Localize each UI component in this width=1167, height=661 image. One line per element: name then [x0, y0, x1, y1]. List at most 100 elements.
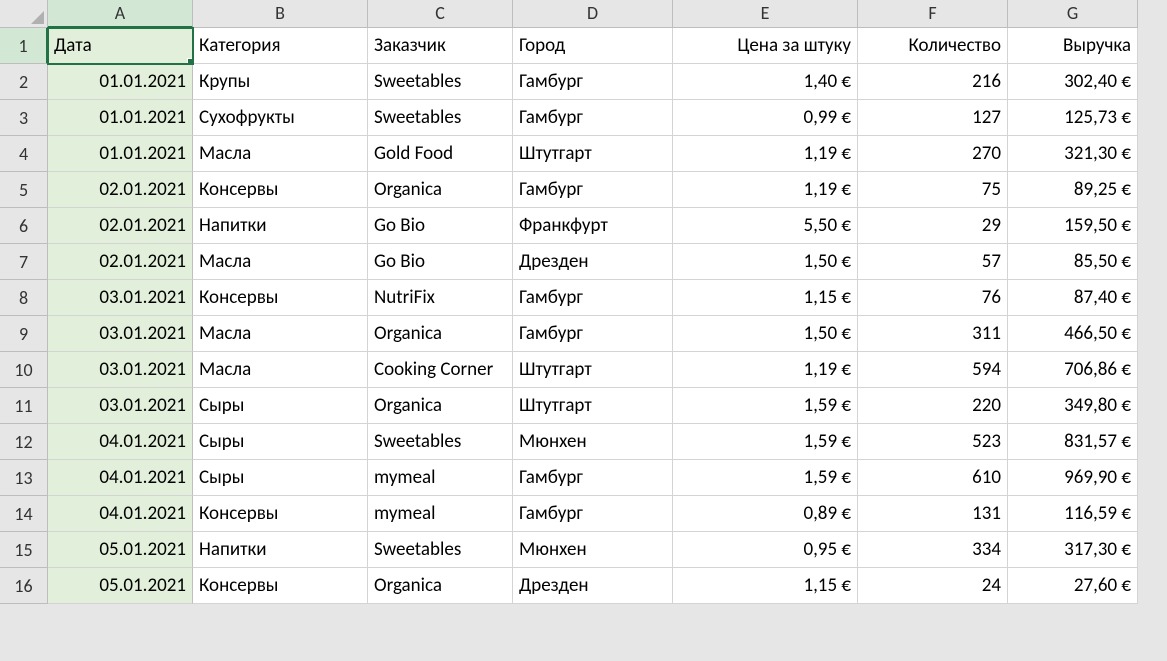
cell-C3[interactable]: Sweetables	[368, 100, 513, 136]
cell-F15[interactable]: 334	[858, 532, 1008, 568]
row-header-10[interactable]: 10	[0, 352, 48, 388]
row-header-12[interactable]: 12	[0, 424, 48, 460]
cell-B12[interactable]: Сыры	[193, 424, 368, 460]
cell-G7[interactable]: 85,50 €	[1008, 244, 1138, 280]
cell-A2[interactable]: 01.01.2021	[48, 64, 193, 100]
cell-F11[interactable]: 220	[858, 388, 1008, 424]
cell-F9[interactable]: 311	[858, 316, 1008, 352]
cell-G11[interactable]: 349,80 €	[1008, 388, 1138, 424]
row-header-16[interactable]: 16	[0, 568, 48, 604]
cell-G2[interactable]: 302,40 €	[1008, 64, 1138, 100]
cell-E5[interactable]: 1,19 €	[673, 172, 858, 208]
cell-F8[interactable]: 76	[858, 280, 1008, 316]
cell-G1[interactable]: Выручка	[1008, 28, 1138, 64]
cell-C12[interactable]: Sweetables	[368, 424, 513, 460]
cell-G6[interactable]: 159,50 €	[1008, 208, 1138, 244]
select-all-corner[interactable]	[0, 0, 48, 28]
cell-E2[interactable]: 1,40 €	[673, 64, 858, 100]
cell-F6[interactable]: 29	[858, 208, 1008, 244]
cell-D11[interactable]: Штутгарт	[513, 388, 673, 424]
cell-F13[interactable]: 610	[858, 460, 1008, 496]
cell-A8[interactable]: 03.01.2021	[48, 280, 193, 316]
cell-E16[interactable]: 1,15 €	[673, 568, 858, 604]
cell-B10[interactable]: Масла	[193, 352, 368, 388]
cell-D5[interactable]: Гамбург	[513, 172, 673, 208]
cell-D3[interactable]: Гамбург	[513, 100, 673, 136]
cell-G13[interactable]: 969,90 €	[1008, 460, 1138, 496]
cell-E14[interactable]: 0,89 €	[673, 496, 858, 532]
cell-B4[interactable]: Масла	[193, 136, 368, 172]
col-header-C[interactable]: C	[368, 0, 513, 28]
cell-E6[interactable]: 5,50 €	[673, 208, 858, 244]
cell-G9[interactable]: 466,50 €	[1008, 316, 1138, 352]
cell-B1[interactable]: Категория	[193, 28, 368, 64]
cell-C9[interactable]: Organica	[368, 316, 513, 352]
cell-F12[interactable]: 523	[858, 424, 1008, 460]
cell-E15[interactable]: 0,95 €	[673, 532, 858, 568]
cell-A5[interactable]: 02.01.2021	[48, 172, 193, 208]
col-header-B[interactable]: B	[193, 0, 368, 28]
cell-B11[interactable]: Сыры	[193, 388, 368, 424]
cell-B14[interactable]: Консервы	[193, 496, 368, 532]
row-header-7[interactable]: 7	[0, 244, 48, 280]
cell-C10[interactable]: Cooking Corner	[368, 352, 513, 388]
row-header-15[interactable]: 15	[0, 532, 48, 568]
cell-C15[interactable]: Sweetables	[368, 532, 513, 568]
row-header-8[interactable]: 8	[0, 280, 48, 316]
row-header-1[interactable]: 1	[0, 28, 48, 64]
cell-G5[interactable]: 89,25 €	[1008, 172, 1138, 208]
cell-B7[interactable]: Масла	[193, 244, 368, 280]
cell-E10[interactable]: 1,19 €	[673, 352, 858, 388]
cell-A4[interactable]: 01.01.2021	[48, 136, 193, 172]
cell-G16[interactable]: 27,60 €	[1008, 568, 1138, 604]
cell-B15[interactable]: Напитки	[193, 532, 368, 568]
cell-D16[interactable]: Дрезден	[513, 568, 673, 604]
cell-A11[interactable]: 03.01.2021	[48, 388, 193, 424]
cell-C11[interactable]: Organica	[368, 388, 513, 424]
cell-A14[interactable]: 04.01.2021	[48, 496, 193, 532]
cell-E4[interactable]: 1,19 €	[673, 136, 858, 172]
cell-B13[interactable]: Сыры	[193, 460, 368, 496]
cell-G4[interactable]: 321,30 €	[1008, 136, 1138, 172]
cell-G8[interactable]: 87,40 €	[1008, 280, 1138, 316]
row-header-9[interactable]: 9	[0, 316, 48, 352]
cell-D13[interactable]: Гамбург	[513, 460, 673, 496]
cell-C13[interactable]: mymeal	[368, 460, 513, 496]
col-header-A[interactable]: A	[48, 0, 193, 28]
cell-C2[interactable]: Sweetables	[368, 64, 513, 100]
row-header-14[interactable]: 14	[0, 496, 48, 532]
cell-B6[interactable]: Напитки	[193, 208, 368, 244]
cell-E3[interactable]: 0,99 €	[673, 100, 858, 136]
cell-D15[interactable]: Мюнхен	[513, 532, 673, 568]
cell-G3[interactable]: 125,73 €	[1008, 100, 1138, 136]
cell-B16[interactable]: Консервы	[193, 568, 368, 604]
cell-G14[interactable]: 116,59 €	[1008, 496, 1138, 532]
cell-B9[interactable]: Масла	[193, 316, 368, 352]
cell-A12[interactable]: 04.01.2021	[48, 424, 193, 460]
cell-F3[interactable]: 127	[858, 100, 1008, 136]
cell-A16[interactable]: 05.01.2021	[48, 568, 193, 604]
cell-F1[interactable]: Количество	[858, 28, 1008, 64]
cell-C4[interactable]: Gold Food	[368, 136, 513, 172]
cell-C8[interactable]: NutriFix	[368, 280, 513, 316]
cell-D6[interactable]: Франкфурт	[513, 208, 673, 244]
row-header-11[interactable]: 11	[0, 388, 48, 424]
cell-D10[interactable]: Штутгарт	[513, 352, 673, 388]
cell-A6[interactable]: 02.01.2021	[48, 208, 193, 244]
cell-D12[interactable]: Мюнхен	[513, 424, 673, 460]
cell-E7[interactable]: 1,50 €	[673, 244, 858, 280]
cell-E9[interactable]: 1,50 €	[673, 316, 858, 352]
cell-C16[interactable]: Organica	[368, 568, 513, 604]
cell-F5[interactable]: 75	[858, 172, 1008, 208]
cell-B2[interactable]: Крупы	[193, 64, 368, 100]
cell-B8[interactable]: Консервы	[193, 280, 368, 316]
cell-C6[interactable]: Go Bio	[368, 208, 513, 244]
row-header-5[interactable]: 5	[0, 172, 48, 208]
cell-F16[interactable]: 24	[858, 568, 1008, 604]
row-header-4[interactable]: 4	[0, 136, 48, 172]
cell-G12[interactable]: 831,57 €	[1008, 424, 1138, 460]
cell-A15[interactable]: 05.01.2021	[48, 532, 193, 568]
col-header-G[interactable]: G	[1008, 0, 1138, 28]
cell-D14[interactable]: Гамбург	[513, 496, 673, 532]
cell-A3[interactable]: 01.01.2021	[48, 100, 193, 136]
